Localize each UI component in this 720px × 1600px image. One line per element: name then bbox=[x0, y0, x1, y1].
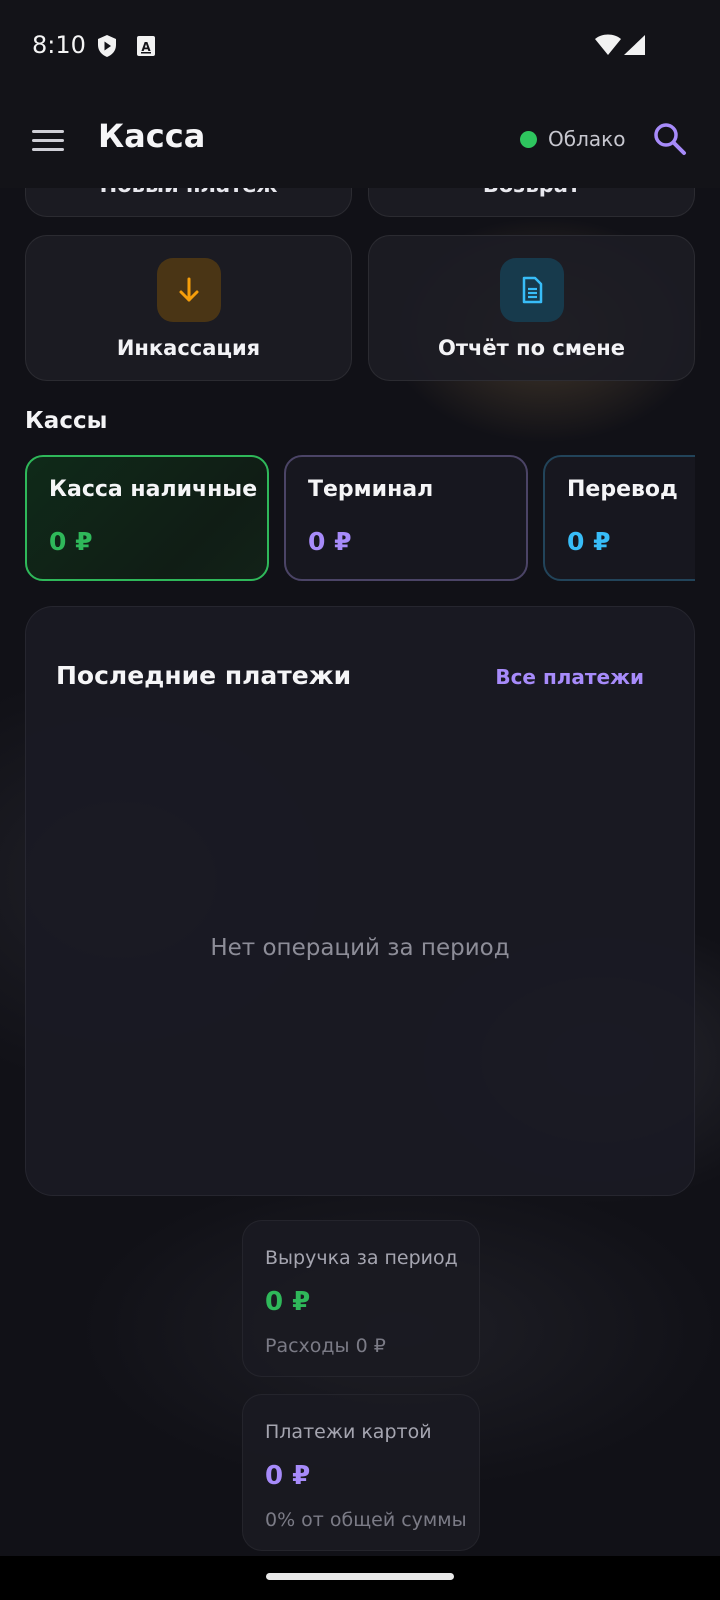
register-card-transfer[interactable]: Перевод 0 ₽ bbox=[543, 455, 695, 581]
shift-report-label: Отчёт по смене bbox=[437, 336, 626, 360]
cloud-status-indicator bbox=[520, 131, 537, 148]
app-bar: Касса Облако bbox=[0, 95, 720, 188]
status-bar: 8:10 A bbox=[0, 0, 720, 95]
wifi-icon bbox=[595, 34, 621, 55]
register-amount: 0 ₽ bbox=[308, 527, 352, 556]
card-payments-title: Платежи картой bbox=[265, 1421, 432, 1443]
card-payments-share: 0% от общей суммы bbox=[265, 1509, 467, 1531]
registers-title: Кассы bbox=[25, 408, 108, 434]
search-icon[interactable] bbox=[652, 121, 688, 157]
collection-button[interactable]: Инкассация bbox=[25, 235, 352, 381]
recent-payments-panel: Последние платежи Все платежи Нет операц… bbox=[25, 606, 695, 1196]
register-card-cash[interactable]: Касса наличные 0 ₽ bbox=[25, 455, 269, 581]
card-payments-stat-card: Платежи картой 0 ₽ 0% от общей суммы bbox=[242, 1394, 480, 1551]
system-navigation-bar bbox=[0, 1556, 720, 1600]
expenses-text: Расходы 0 ₽ bbox=[265, 1335, 386, 1357]
card-payments-value: 0 ₽ bbox=[265, 1461, 311, 1491]
revenue-value: 0 ₽ bbox=[265, 1287, 311, 1317]
status-time: 8:10 bbox=[32, 31, 86, 59]
collection-label: Инкассация bbox=[116, 336, 261, 360]
register-name: Терминал bbox=[308, 477, 434, 502]
screen: 8:10 A Касса Облако Инкассация Отчёт по … bbox=[0, 0, 720, 1600]
shift-report-icon-box bbox=[500, 258, 564, 322]
register-name: Перевод bbox=[567, 477, 678, 502]
register-amount: 0 ₽ bbox=[49, 527, 93, 556]
revenue-stat-card: Выручка за период 0 ₽ Расходы 0 ₽ bbox=[242, 1220, 480, 1377]
registers-carousel[interactable]: Касса наличные 0 ₽ Терминал 0 ₽ Перевод … bbox=[25, 455, 695, 581]
revenue-title: Выручка за период bbox=[265, 1247, 458, 1269]
svg-text:A: A bbox=[141, 40, 151, 54]
recent-payments-title: Последние платежи bbox=[56, 661, 352, 690]
all-payments-link[interactable]: Все платежи bbox=[495, 665, 644, 689]
document-icon bbox=[522, 276, 543, 304]
autofill-icon: A bbox=[137, 36, 155, 56]
page-title: Касса bbox=[98, 117, 206, 155]
register-card-terminal[interactable]: Терминал 0 ₽ bbox=[284, 455, 528, 581]
cellular-signal-icon bbox=[624, 35, 645, 55]
shield-icon bbox=[98, 35, 116, 57]
arrow-down-icon bbox=[179, 277, 199, 302]
shift-report-button[interactable]: Отчёт по смене bbox=[368, 235, 695, 381]
register-amount: 0 ₽ bbox=[567, 527, 611, 556]
hamburger-menu-icon[interactable] bbox=[32, 126, 66, 156]
register-name: Касса наличные bbox=[49, 477, 258, 502]
home-indicator[interactable] bbox=[266, 1573, 454, 1580]
collection-icon-box bbox=[157, 258, 221, 322]
cloud-status-label: Облако bbox=[548, 127, 626, 151]
empty-state-text: Нет операций за период bbox=[210, 935, 510, 961]
